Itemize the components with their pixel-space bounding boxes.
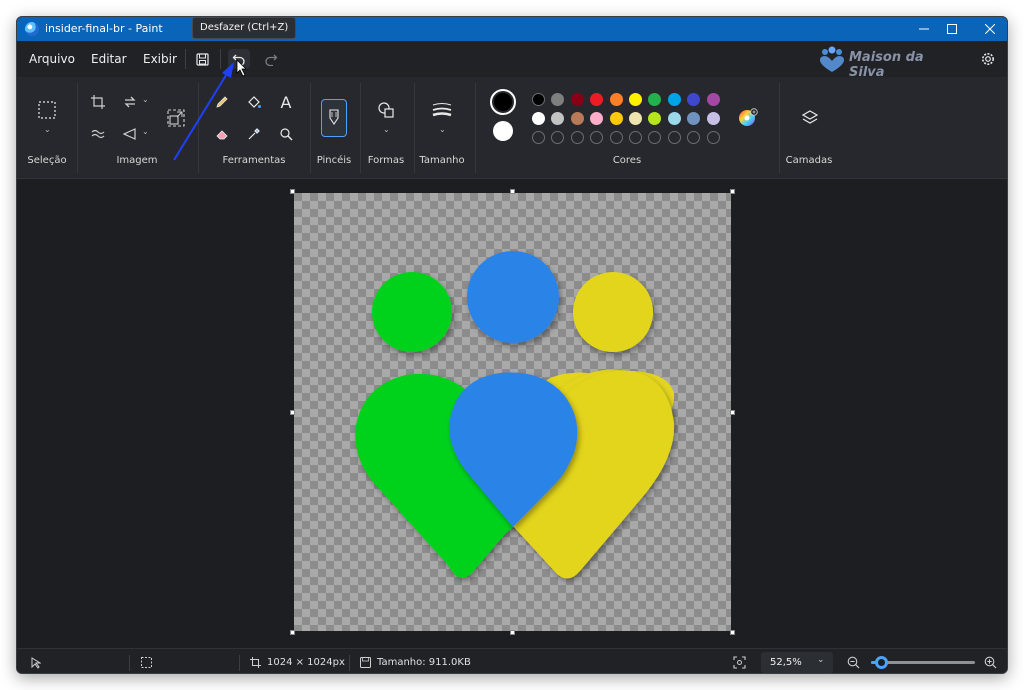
annotation-arrow-line xyxy=(173,71,229,161)
annotation-arrow-head xyxy=(222,62,234,78)
annotation-overlay xyxy=(173,59,247,161)
mouse-cursor-icon xyxy=(236,59,247,77)
